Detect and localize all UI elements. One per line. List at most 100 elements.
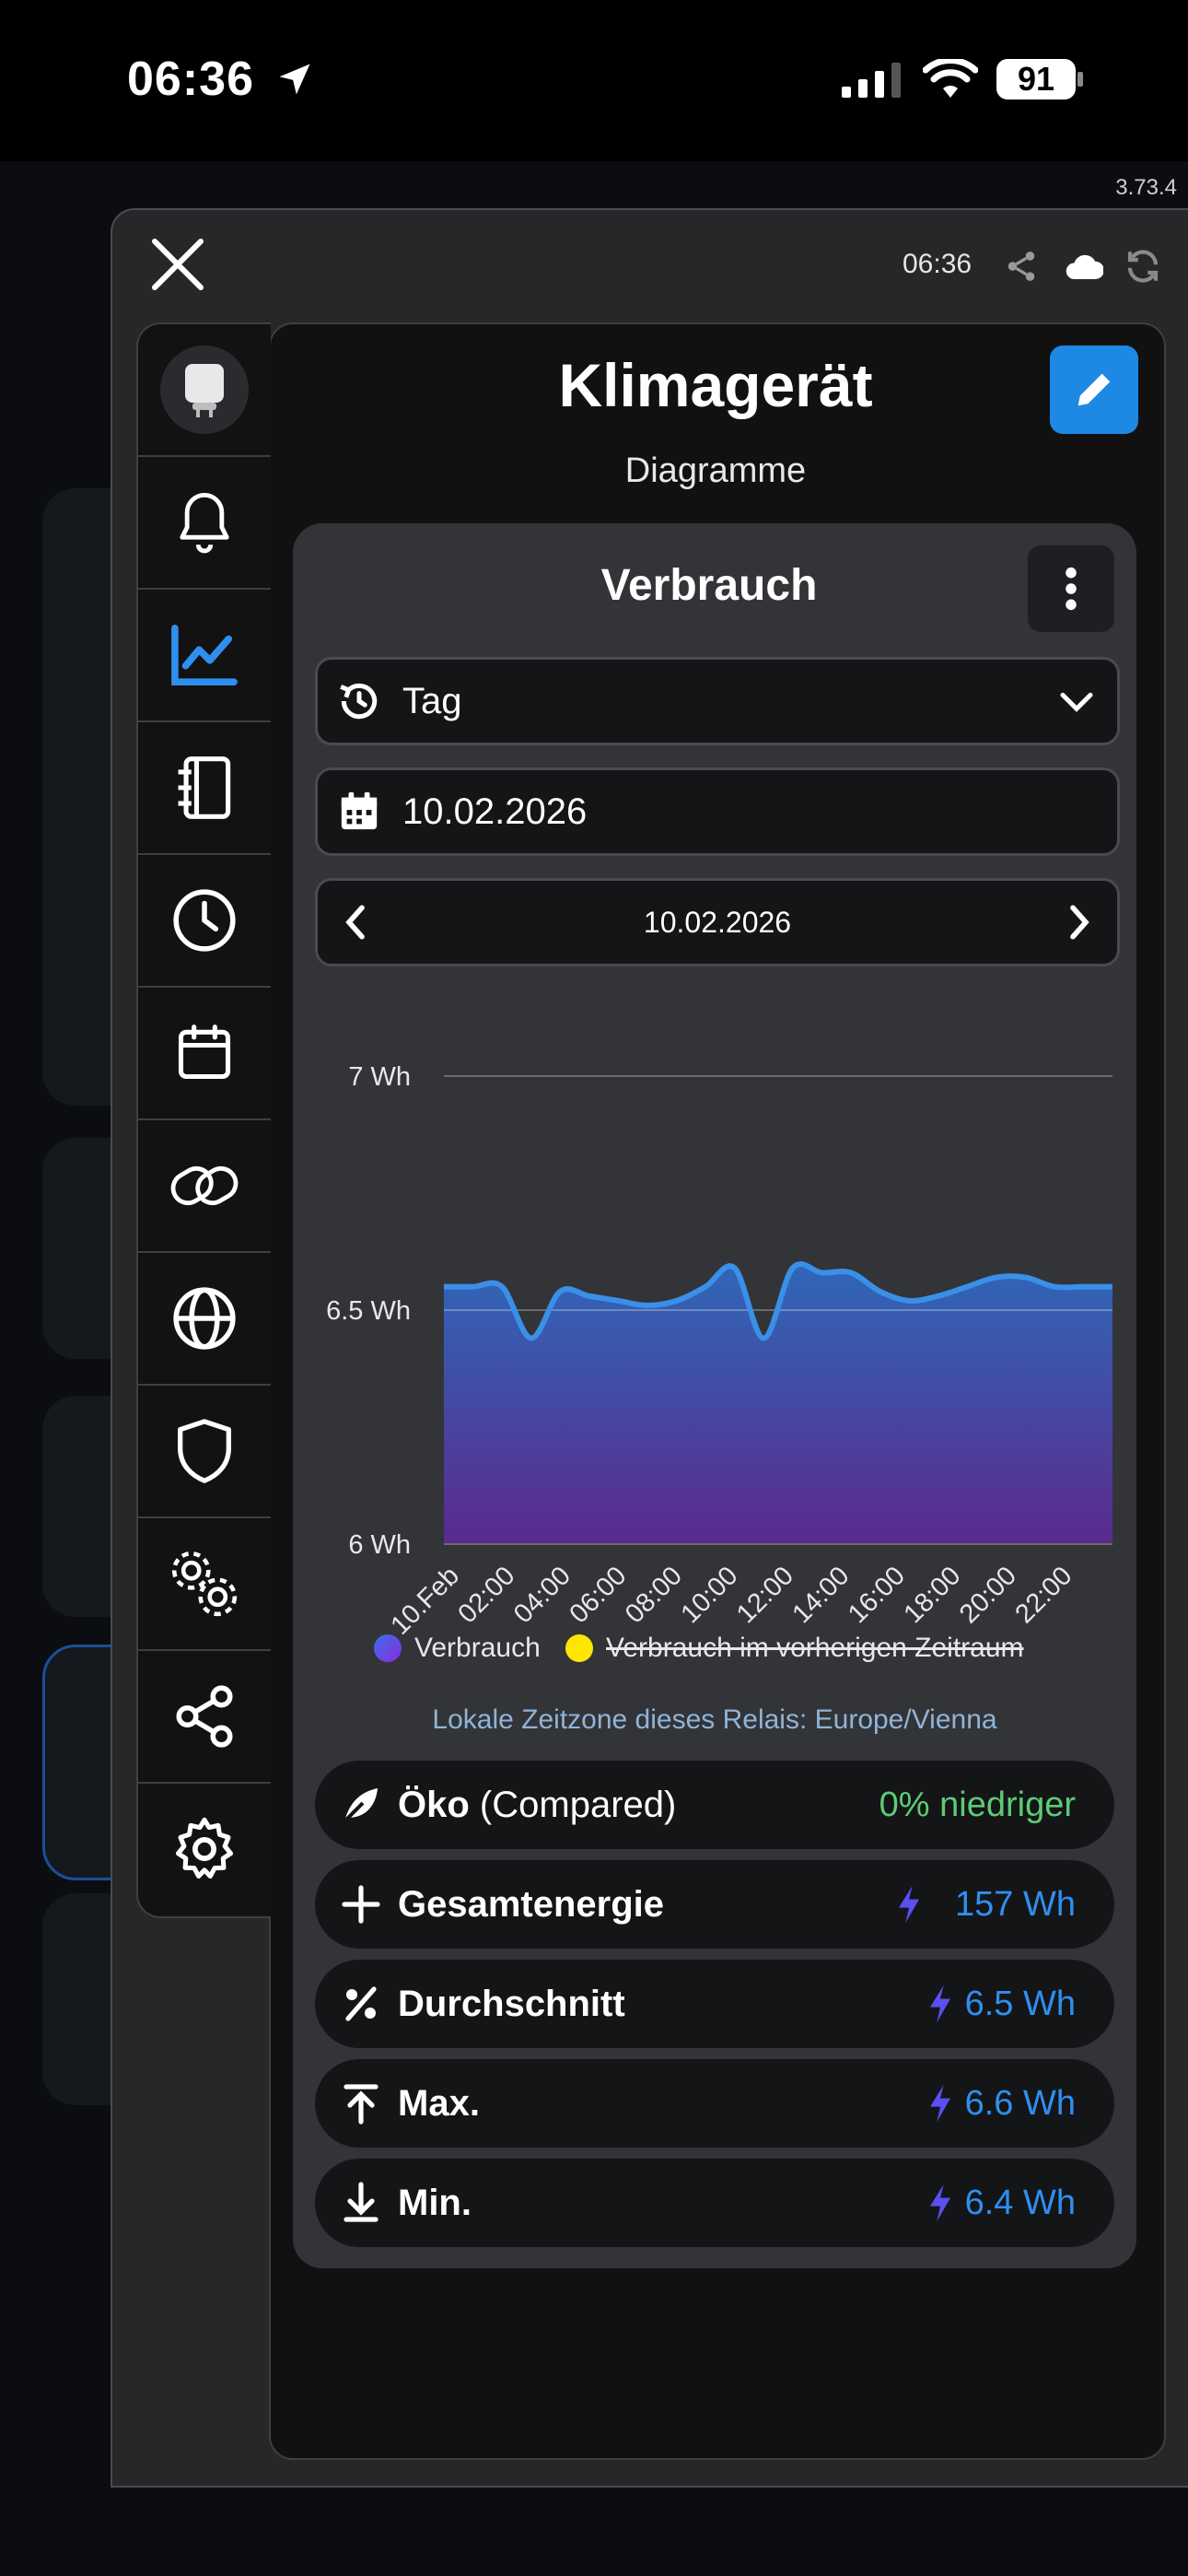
stat-average: Durchschnitt 6.5 Wh <box>315 1960 1114 2048</box>
chevron-down-icon <box>1060 692 1093 712</box>
more-menu-button[interactable] <box>1028 545 1114 632</box>
x-tick-label: 22:00 <box>1010 1561 1078 1629</box>
stat-eco: Öko (Compared) 0% niedriger <box>315 1761 1114 1849</box>
bolt-icon <box>899 1885 919 1924</box>
status-time: 06:36 <box>127 53 254 106</box>
stat-eco-value: 0% niedriger <box>879 1786 1076 1824</box>
edit-button[interactable] <box>1050 345 1138 434</box>
history-icon <box>340 683 378 720</box>
globe-icon <box>173 1287 236 1350</box>
range-select[interactable]: Tag <box>315 657 1120 745</box>
stat-min-label: Min. <box>398 2183 472 2223</box>
bolt-icon <box>930 2084 950 2123</box>
close-icon[interactable] <box>149 236 206 293</box>
refresh-icon[interactable] <box>1124 247 1162 286</box>
max-icon <box>344 2084 379 2125</box>
plug-icon <box>185 364 224 417</box>
battery-indicator: 91 <box>996 59 1076 100</box>
stat-max-label: Max. <box>398 2083 480 2124</box>
x-tick-label: 18:00 <box>899 1561 967 1629</box>
share-icon[interactable] <box>1004 249 1039 284</box>
pencil-icon <box>1077 373 1111 406</box>
device-title: Klimagerät <box>558 351 873 419</box>
signal-icon <box>842 63 901 98</box>
legend-swatch-series-2 <box>565 1634 593 1662</box>
gears-icon <box>171 1551 238 1617</box>
wifi-icon <box>923 59 978 98</box>
device-avatar <box>160 345 249 434</box>
logbook-icon <box>178 756 231 819</box>
y-tick-label: 7 Wh <box>348 1062 411 1092</box>
sidebar-item-sharing[interactable] <box>138 1651 271 1784</box>
legend-label-series-1[interactable]: Verbrauch <box>414 1633 541 1664</box>
sidebar <box>136 322 271 1918</box>
x-tick-label: 16:00 <box>843 1561 911 1629</box>
stat-eco-label-suffix: (Compared) <box>479 1785 677 1825</box>
stat-eco-label-main: Öko <box>398 1785 470 1825</box>
share-icon <box>176 1685 233 1748</box>
plus-icon <box>342 1885 380 1924</box>
x-tick-label: 12:00 <box>731 1561 799 1629</box>
percent-icon <box>345 1986 377 2021</box>
calendar-icon <box>341 791 378 830</box>
x-tick-label: 10.Feb <box>385 1561 464 1640</box>
chevron-right-icon[interactable] <box>1066 903 1093 942</box>
sidebar-item-advanced[interactable] <box>138 1518 271 1651</box>
sidebar-item-charts[interactable] <box>138 590 271 722</box>
date-navigator: 10.02.2026 <box>315 878 1120 966</box>
x-tick-label: 04:00 <box>508 1561 577 1629</box>
stat-min-value: 6.4 Wh <box>964 2184 1076 2222</box>
sidebar-item-schedule[interactable] <box>138 988 271 1120</box>
sidebar-item-network[interactable] <box>138 1253 271 1386</box>
sidebar-item-settings[interactable] <box>138 1784 271 1914</box>
x-tick-label: 14:00 <box>787 1561 856 1629</box>
location-arrow-icon <box>279 64 310 95</box>
more-vertical-icon <box>1066 567 1077 611</box>
battery-cap <box>1077 72 1083 87</box>
modal-time: 06:36 <box>903 249 973 279</box>
status-bar: 06:36 91 <box>0 0 1188 157</box>
bolt-icon <box>930 1985 950 2023</box>
stat-eco-label: Öko (Compared) <box>398 1761 676 1849</box>
y-tick-label: 6.5 Wh <box>326 1296 411 1326</box>
stat-average-label: Durchschnitt <box>398 1984 625 2024</box>
shield-icon <box>178 1419 231 1483</box>
cloud-icon[interactable] <box>1065 249 1103 284</box>
x-tick-label: 02:00 <box>453 1561 521 1629</box>
timezone-note: Lokale Zeitzone dieses Relais: Europe/Vi… <box>432 1704 997 1735</box>
stat-min: Min. 6.4 Wh <box>315 2159 1114 2247</box>
x-tick-label: 10:00 <box>676 1561 744 1629</box>
date-input-value: 10.02.2026 <box>402 791 588 832</box>
date-input[interactable]: 10.02.2026 <box>315 767 1120 856</box>
legend-swatch-series-1 <box>374 1634 402 1662</box>
date-navigator-label: 10.02.2026 <box>643 906 792 939</box>
x-tick-label: 08:00 <box>620 1561 688 1629</box>
chart-icon <box>171 625 238 685</box>
clock-icon <box>173 889 236 952</box>
stat-max-value: 6.6 Wh <box>964 2084 1076 2123</box>
stat-average-value: 6.5 Wh <box>964 1985 1076 2023</box>
range-select-value: Tag <box>402 681 462 721</box>
stat-max: Max. 6.6 Wh <box>315 2059 1114 2148</box>
min-icon <box>344 2182 379 2222</box>
card-title: Verbrauch <box>600 561 818 610</box>
link-icon <box>170 1165 239 1206</box>
sidebar-item-notifications[interactable] <box>138 457 271 590</box>
x-tick-label: 06:00 <box>565 1561 633 1629</box>
app-version: 3.73.4 <box>1115 175 1177 200</box>
gear-icon <box>175 1817 234 1879</box>
legend-label-series-2[interactable]: Verbrauch im vorherigen Zeitraum <box>606 1633 1024 1664</box>
leaf-icon <box>343 1788 378 1823</box>
y-tick-label: 6 Wh <box>348 1530 411 1560</box>
stat-total-value: 157 Wh <box>955 1885 1076 1924</box>
sidebar-item-logbook[interactable] <box>138 722 271 855</box>
calendar-icon <box>178 1025 231 1080</box>
stat-total-label: Gesamtenergie <box>398 1884 665 1925</box>
sidebar-item-links[interactable] <box>138 1120 271 1253</box>
page-subtitle: Diagramme <box>624 451 807 490</box>
sidebar-item-device[interactable] <box>138 324 271 457</box>
x-tick-label: 20:00 <box>954 1561 1022 1629</box>
bell-icon <box>180 492 229 554</box>
sidebar-item-security[interactable] <box>138 1386 271 1518</box>
sidebar-item-history[interactable] <box>138 855 271 988</box>
